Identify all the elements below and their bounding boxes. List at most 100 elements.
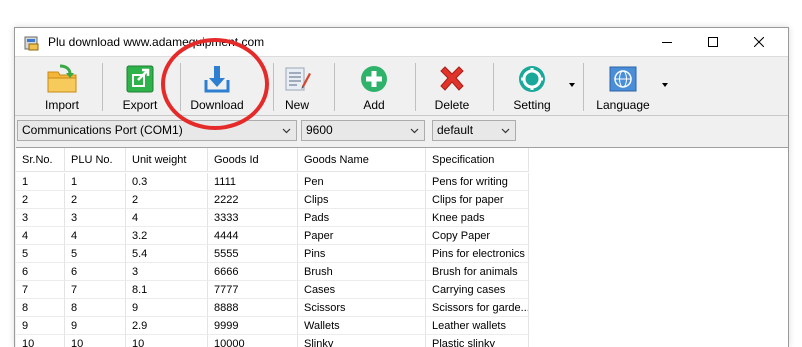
table-row[interactable]: 1 1 0.3 1111 Pen Pens for writing <box>16 173 788 191</box>
cell-specification[interactable]: Pens for writing <box>426 173 529 191</box>
cell-specification[interactable]: Scissors for garde... <box>426 299 529 317</box>
cell-plu-no[interactable]: 9 <box>65 317 126 335</box>
cell-sr-no[interactable]: 3 <box>16 209 65 227</box>
cell-goods-id[interactable]: 3333 <box>208 209 298 227</box>
red-x-icon <box>435 62 469 96</box>
cell-unit-weight[interactable]: 0.3 <box>126 173 208 191</box>
cell-goods-id[interactable]: 1111 <box>208 173 298 191</box>
setting-button[interactable]: Setting <box>505 59 559 115</box>
cell-goods-id[interactable]: 8888 <box>208 299 298 317</box>
close-button[interactable] <box>736 28 782 56</box>
cell-goods-name[interactable]: Scissors <box>298 299 426 317</box>
cell-goods-id[interactable]: 5555 <box>208 245 298 263</box>
cell-specification[interactable]: Leather wallets <box>426 317 529 335</box>
add-button[interactable]: Add <box>352 59 396 115</box>
profile-select[interactable]: default <box>432 120 516 141</box>
toolbar-separator <box>334 63 335 111</box>
cell-goods-id[interactable]: 2222 <box>208 191 298 209</box>
plu-table[interactable]: Sr.No. PLU No. Unit weight Goods Id Goods Na… <box>16 147 788 347</box>
cell-goods-name[interactable]: Wallets <box>298 317 426 335</box>
minimize-button[interactable] <box>644 28 690 56</box>
cell-sr-no[interactable]: 1 <box>16 173 65 191</box>
highlight-circle <box>161 38 269 130</box>
cell-goods-name[interactable]: Cases <box>298 281 426 299</box>
cell-goods-name[interactable]: Pen <box>298 173 426 191</box>
cell-specification[interactable]: Carrying cases <box>426 281 529 299</box>
column-header-plu-no[interactable]: PLU No. <box>65 148 126 172</box>
cell-sr-no[interactable]: 9 <box>16 317 65 335</box>
cell-plu-no[interactable]: 5 <box>65 245 126 263</box>
cell-unit-weight[interactable]: 2.9 <box>126 317 208 335</box>
cell-plu-no[interactable]: 1 <box>65 173 126 191</box>
column-header-goods-name[interactable]: Goods Name <box>298 148 426 172</box>
cell-goods-name[interactable]: Pins <box>298 245 426 263</box>
cell-goods-id[interactable]: 4444 <box>208 227 298 245</box>
delete-button[interactable]: Delete <box>429 59 475 115</box>
column-header-specification[interactable]: Specification <box>426 148 529 172</box>
cell-unit-weight[interactable]: 3 <box>126 263 208 281</box>
table-row[interactable]: 5 5 5.4 5555 Pins Pins for electronics <box>16 245 788 263</box>
cell-unit-weight[interactable]: 3.2 <box>126 227 208 245</box>
export-button[interactable]: Export <box>115 59 165 115</box>
cell-unit-weight[interactable]: 8.1 <box>126 281 208 299</box>
cell-plu-no[interactable]: 6 <box>65 263 126 281</box>
language-dropdown-arrow-icon[interactable] <box>662 83 668 87</box>
title-bar[interactable]: Plu download www.adamequipment.com <box>15 28 788 56</box>
table-row[interactable]: 7 7 8.1 7777 Cases Carrying cases <box>16 281 788 299</box>
cell-unit-weight[interactable]: 10 <box>126 335 208 347</box>
table-row[interactable]: 2 2 2 2222 Clips Clips for paper <box>16 191 788 209</box>
cell-sr-no[interactable]: 4 <box>16 227 65 245</box>
language-button[interactable]: Language <box>593 59 653 115</box>
table-row[interactable]: 8 8 9 8888 Scissors Scissors for garde... <box>16 299 788 317</box>
cell-goods-id[interactable]: 6666 <box>208 263 298 281</box>
cell-unit-weight[interactable]: 5.4 <box>126 245 208 263</box>
plus-circle-icon <box>357 62 391 96</box>
toolbar-separator <box>583 63 584 111</box>
cell-unit-weight[interactable]: 2 <box>126 191 208 209</box>
language-label: Language <box>596 98 650 112</box>
new-button[interactable]: New <box>277 59 317 115</box>
cell-plu-no[interactable]: 8 <box>65 299 126 317</box>
table-row[interactable]: 3 3 4 3333 Pads Knee pads <box>16 209 788 227</box>
import-button[interactable]: Import <box>37 59 87 115</box>
column-header-goods-id[interactable]: Goods Id <box>208 148 298 172</box>
column-header-sr-no[interactable]: Sr.No. <box>16 148 65 172</box>
cell-goods-id[interactable]: 10000 <box>208 335 298 347</box>
port-select[interactable]: Communications Port (COM1) <box>17 120 297 141</box>
baud-rate-select[interactable]: 9600 <box>301 120 425 141</box>
cell-goods-id[interactable]: 9999 <box>208 317 298 335</box>
cell-specification[interactable]: Copy Paper <box>426 227 529 245</box>
table-row[interactable]: 6 6 3 6666 Brush Brush for animals <box>16 263 788 281</box>
cell-sr-no[interactable]: 6 <box>16 263 65 281</box>
cell-sr-no[interactable]: 10 <box>16 335 65 347</box>
cell-plu-no[interactable]: 2 <box>65 191 126 209</box>
cell-plu-no[interactable]: 10 <box>65 335 126 347</box>
setting-dropdown-arrow-icon[interactable] <box>569 83 575 87</box>
cell-sr-no[interactable]: 2 <box>16 191 65 209</box>
cell-goods-name[interactable]: Paper <box>298 227 426 245</box>
cell-goods-name[interactable]: Brush <box>298 263 426 281</box>
maximize-button[interactable] <box>690 28 736 56</box>
cell-sr-no[interactable]: 5 <box>16 245 65 263</box>
cell-plu-no[interactable]: 4 <box>65 227 126 245</box>
add-label: Add <box>363 98 385 112</box>
cell-goods-name[interactable]: Pads <box>298 209 426 227</box>
table-row[interactable]: 4 4 3.2 4444 Paper Copy Paper <box>16 227 788 245</box>
cell-specification[interactable]: Pins for electronics <box>426 245 529 263</box>
cell-specification[interactable]: Plastic slinky <box>426 335 529 347</box>
cell-plu-no[interactable]: 7 <box>65 281 126 299</box>
table-row[interactable]: 10 10 10 10000 Slinky Plastic slinky <box>16 335 788 347</box>
table-row[interactable]: 9 9 2.9 9999 Wallets Leather wallets <box>16 317 788 335</box>
cell-unit-weight[interactable]: 4 <box>126 209 208 227</box>
cell-sr-no[interactable]: 7 <box>16 281 65 299</box>
cell-goods-name[interactable]: Clips <box>298 191 426 209</box>
cell-unit-weight[interactable]: 9 <box>126 299 208 317</box>
cell-sr-no[interactable]: 8 <box>16 299 65 317</box>
cell-goods-name[interactable]: Slinky <box>298 335 426 347</box>
cell-specification[interactable]: Brush for animals <box>426 263 529 281</box>
cell-specification[interactable]: Clips for paper <box>426 191 529 209</box>
cell-plu-no[interactable]: 3 <box>65 209 126 227</box>
cell-specification[interactable]: Knee pads <box>426 209 529 227</box>
column-header-unit-weight[interactable]: Unit weight <box>126 148 208 172</box>
cell-goods-id[interactable]: 7777 <box>208 281 298 299</box>
